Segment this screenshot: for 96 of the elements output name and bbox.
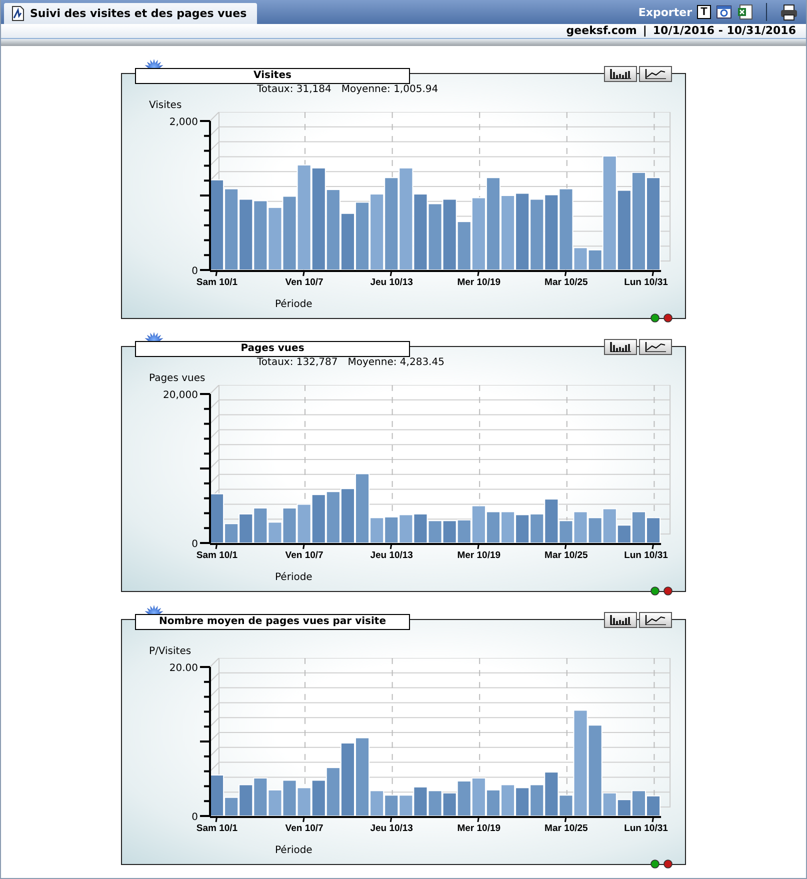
y-tick-label: 20.00 bbox=[169, 663, 198, 674]
bar bbox=[442, 520, 457, 544]
y-axis-label: Pages vues bbox=[148, 373, 206, 385]
x-tick-label: Ven 10/7 bbox=[285, 550, 324, 561]
bar bbox=[398, 794, 414, 816]
bar bbox=[530, 784, 544, 816]
bar bbox=[500, 784, 516, 816]
y-tick-label: 20,000 bbox=[163, 390, 198, 401]
date-range: 10/1/2016 - 10/31/2016 bbox=[652, 24, 796, 38]
x-tick-label: Mer 10/19 bbox=[457, 277, 501, 288]
x-tick-label: Mar 10/25 bbox=[544, 550, 588, 561]
bar bbox=[515, 514, 530, 544]
bar bbox=[311, 780, 326, 816]
bar bbox=[311, 494, 326, 544]
bar bbox=[340, 488, 355, 544]
x-tick-label: Mar 10/25 bbox=[544, 277, 588, 288]
bar bbox=[326, 491, 340, 544]
bar-chart-icon bbox=[610, 69, 632, 79]
spreadsheet-icon[interactable] bbox=[737, 4, 753, 20]
line-chart-button[interactable] bbox=[639, 339, 672, 355]
x-tick-label: Sam 10/1 bbox=[196, 550, 238, 561]
x-tick-label: Jeu 10/13 bbox=[370, 277, 413, 288]
x-axis-label: Période bbox=[274, 571, 314, 583]
y-tick-label: 0 bbox=[192, 539, 198, 550]
x-tick-label: Sam 10/1 bbox=[196, 823, 238, 834]
x-tick-label: Ven 10/7 bbox=[285, 277, 324, 288]
bar-chart-icon bbox=[610, 342, 632, 352]
text-export-button[interactable]: T bbox=[697, 5, 711, 19]
bar bbox=[646, 795, 661, 816]
y-tick-label: 0 bbox=[192, 266, 198, 277]
x-tick-label: Mer 10/19 bbox=[457, 823, 501, 834]
bar bbox=[296, 787, 312, 816]
bar bbox=[296, 504, 312, 544]
export-label: Exporter bbox=[638, 6, 692, 18]
x-tick-label: Lun 10/31 bbox=[624, 823, 668, 834]
line-chart-icon bbox=[644, 615, 666, 625]
report-tab[interactable]: Suivi des visites et des pages vues bbox=[4, 3, 257, 24]
x-axis-label: Période bbox=[274, 298, 314, 310]
document-icon bbox=[12, 6, 24, 21]
x-tick-label: Sam 10/1 bbox=[196, 277, 238, 288]
line-chart-button[interactable] bbox=[639, 66, 672, 82]
bar-chart-button[interactable] bbox=[604, 612, 637, 628]
bar bbox=[515, 787, 530, 816]
bar bbox=[486, 789, 500, 816]
average-text: Moyenne: 4,283.45 bbox=[348, 357, 444, 370]
line-chart-icon bbox=[644, 69, 666, 79]
bar bbox=[268, 789, 282, 816]
x-tick-label: Mer 10/19 bbox=[457, 550, 501, 561]
bar bbox=[238, 198, 254, 270]
bar bbox=[530, 198, 544, 270]
line-chart-icon bbox=[644, 342, 666, 352]
chart-title: Visites bbox=[135, 68, 410, 84]
bar bbox=[428, 203, 442, 270]
line-chart-button[interactable] bbox=[639, 612, 672, 628]
bar bbox=[500, 511, 516, 544]
x-tick-label: Lun 10/31 bbox=[624, 277, 668, 288]
separator-text: | bbox=[642, 24, 647, 38]
y-axis-label: Visites bbox=[148, 100, 183, 112]
bar bbox=[268, 206, 282, 270]
bar-chart-button[interactable] bbox=[604, 66, 637, 82]
bar bbox=[384, 794, 399, 816]
bar bbox=[384, 516, 399, 544]
site-name: geeksf.com bbox=[566, 24, 637, 38]
web-page-icon[interactable] bbox=[716, 4, 732, 20]
bar bbox=[253, 200, 268, 270]
x-tick-label: Ven 10/7 bbox=[285, 823, 324, 834]
bar bbox=[646, 517, 661, 544]
bar bbox=[253, 778, 268, 816]
totals-text: Totaux: 31,184 bbox=[257, 84, 332, 97]
bar-chart-icon bbox=[610, 615, 632, 625]
bar bbox=[413, 786, 428, 816]
bar bbox=[471, 778, 486, 816]
y-tick-label: 0 bbox=[192, 812, 198, 823]
bar bbox=[398, 514, 414, 544]
bar bbox=[282, 780, 297, 816]
chart-title: Pages vues bbox=[135, 341, 410, 357]
bar bbox=[340, 212, 355, 270]
printer-icon[interactable] bbox=[780, 4, 798, 20]
y-tick-label: 2,000 bbox=[169, 117, 198, 128]
bar bbox=[573, 511, 588, 544]
bar bbox=[428, 790, 442, 816]
x-tick-label: Jeu 10/13 bbox=[370, 550, 413, 561]
chart-title: Nombre moyen de pages vues par visite bbox=[135, 614, 410, 630]
x-tick-label: Jeu 10/13 bbox=[370, 823, 413, 834]
totals-text: Totaux: 132,787 bbox=[257, 357, 338, 370]
bar bbox=[428, 520, 442, 544]
bar bbox=[413, 513, 428, 544]
bar-chart-button[interactable] bbox=[604, 339, 637, 355]
x-tick-label: Mar 10/25 bbox=[544, 823, 588, 834]
average-text: Moyenne: 1,005.94 bbox=[341, 84, 438, 97]
bar bbox=[588, 517, 602, 544]
x-tick-label: Lun 10/31 bbox=[624, 550, 668, 561]
y-axis-label: P/Visites bbox=[148, 646, 192, 658]
bar bbox=[355, 202, 370, 270]
x-axis-label: Période bbox=[274, 844, 314, 856]
bar bbox=[486, 511, 500, 544]
